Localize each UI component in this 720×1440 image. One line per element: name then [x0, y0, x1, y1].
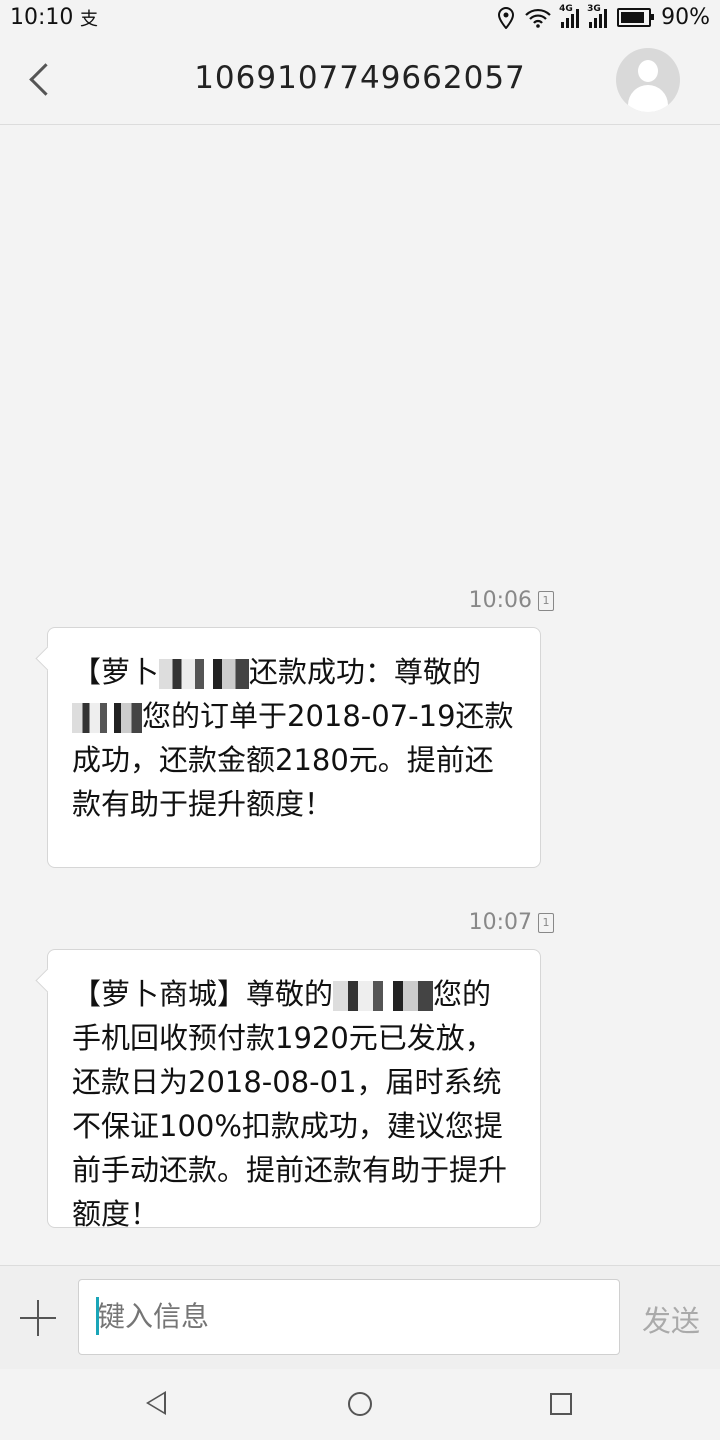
system-nav-bar	[0, 1369, 720, 1440]
battery-icon	[617, 8, 655, 27]
text-cursor	[96, 1297, 99, 1335]
message-text: 还款成功：尊敬的	[249, 655, 482, 689]
conversation-header: 1069107749662057	[0, 36, 720, 125]
message-timestamp: 10:07	[468, 910, 532, 935]
redacted-text	[333, 981, 434, 1011]
nav-recents-icon[interactable]	[550, 1393, 572, 1415]
add-attachment-button[interactable]	[20, 1300, 56, 1336]
sim-card-icon: 1	[538, 591, 554, 611]
message-bubble[interactable]: 【萝卜商城】尊敬的 您的手机回收预付款1920元已发放，还款日为2018-08-0…	[47, 949, 541, 1231]
sim-card-icon: 1	[538, 913, 554, 933]
message-text: 您的手机回收预付款1920元已发放，还款日为2018-08-01，届时系统不保证…	[72, 977, 508, 1231]
signal-4g-icon: 4G	[559, 4, 580, 28]
status-time: 10:10	[10, 5, 74, 30]
redacted-text	[159, 659, 250, 689]
contact-avatar[interactable]	[616, 48, 680, 112]
nav-home-icon[interactable]	[348, 1392, 372, 1416]
battery-percent: 90%	[661, 5, 710, 30]
redacted-text	[72, 703, 142, 733]
message-bubble[interactable]: 【萝卜 还款成功：尊敬的您的订单于2018-07-19还款成功，还款金额2180元…	[47, 627, 541, 868]
signal-3g-icon: 3G	[587, 4, 608, 28]
alipay-notification-icon: 支	[80, 9, 98, 30]
message-timestamp: 10:06	[468, 588, 532, 613]
message-list[interactable]: 10:06 1 【萝卜 还款成功：尊敬的您的订单于2018-07-19还款成功，还…	[0, 125, 720, 1265]
message-text: 【萝卜	[72, 655, 160, 689]
send-button[interactable]: 发送	[642, 1298, 700, 1340]
status-bar: 10:10 支 4G 3G 90%	[0, 0, 720, 36]
compose-bar: 发送	[0, 1265, 720, 1370]
wifi-icon	[525, 8, 551, 28]
nav-back-icon[interactable]	[146, 1391, 166, 1415]
message-input[interactable]	[78, 1279, 620, 1355]
status-icons: 4G 3G 90%	[497, 4, 710, 30]
contact-number: 1069107749662057	[194, 60, 526, 96]
avatar-person-icon	[638, 60, 658, 82]
message-text: 【萝卜商城】尊敬的	[72, 977, 334, 1011]
location-icon	[498, 6, 515, 29]
